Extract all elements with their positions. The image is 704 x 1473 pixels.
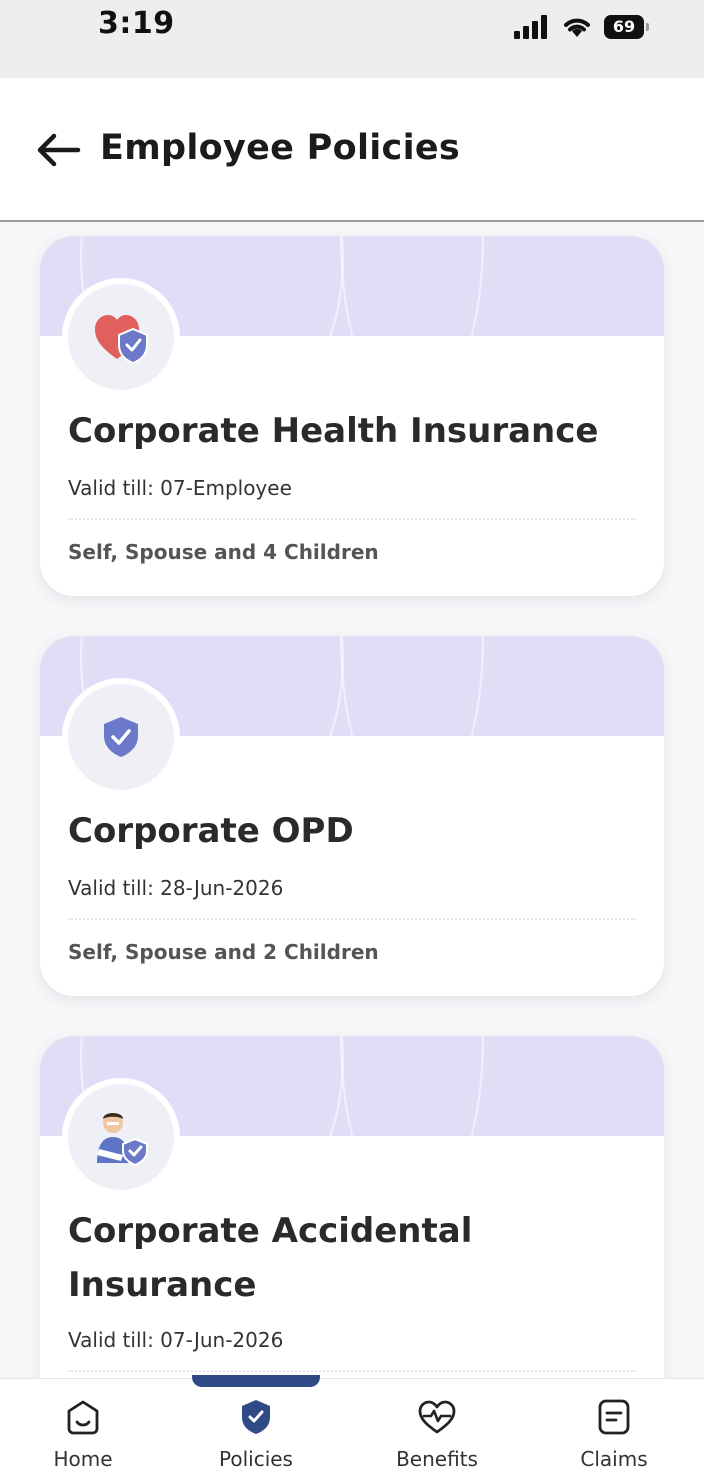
- policy-valid-date: Valid till: 28-Jun-2026: [68, 876, 284, 900]
- policy-coverage: Self, Spouse and 2 Children: [68, 940, 379, 964]
- heart-shield-icon: [95, 315, 148, 365]
- shield-icon: [242, 1400, 270, 1434]
- page-title: Employee Policies: [100, 128, 461, 168]
- policy-card-health-insurance[interactable]: Corporate Health Insurance Valid till: 0…: [40, 236, 664, 596]
- policy-icon-circle: [68, 284, 174, 390]
- nav-item-claims[interactable]: Claims: [544, 1397, 684, 1473]
- active-tab-indicator: [192, 1375, 320, 1387]
- app-header: Employee Policies: [0, 78, 704, 222]
- policy-title: Corporate OPD: [68, 811, 354, 851]
- policy-valid-date: Valid till: 07-Employee: [68, 476, 292, 500]
- nav-label-home: Home: [53, 1447, 113, 1471]
- nav-label-benefits: Benefits: [396, 1447, 478, 1471]
- home-icon: [67, 1400, 99, 1435]
- bottom-nav: Home Policies Benefits Claims: [0, 1375, 704, 1473]
- battery-indicator: 69: [604, 15, 649, 39]
- policy-card-opd[interactable]: Corporate OPD Valid till: 28-Jun-2026 Se…: [40, 636, 664, 996]
- nav-label-policies: Policies: [219, 1447, 293, 1471]
- policy-icon-circle: [68, 1084, 174, 1190]
- nav-item-home[interactable]: Home: [13, 1397, 153, 1473]
- policy-title: Corporate Accidental Insurance: [68, 1211, 473, 1305]
- policy-card-accidental-insurance[interactable]: Corporate Accidental Insurance Valid til…: [40, 1036, 664, 1378]
- policy-list[interactable]: Corporate Health Insurance Valid till: 0…: [0, 222, 704, 1378]
- policy-valid-date: Valid till: 07-Jun-2026: [68, 1328, 284, 1352]
- back-button[interactable]: [34, 130, 82, 170]
- signal-icon: [514, 15, 547, 39]
- status-bar: 3:19 69: [0, 0, 704, 78]
- arrow-left-icon: [37, 133, 81, 167]
- policy-icon-circle: [68, 684, 174, 790]
- policy-coverage: Self, Spouse and 4 Children: [68, 540, 379, 564]
- policy-title: Corporate Health Insurance: [68, 411, 599, 451]
- nav-label-claims: Claims: [580, 1447, 648, 1471]
- status-time: 3:19: [98, 6, 175, 41]
- shield-check-icon: [104, 717, 138, 757]
- nav-item-policies[interactable]: Policies: [186, 1397, 326, 1473]
- heart-pulse-icon: [418, 1400, 456, 1434]
- card-divider: [68, 918, 636, 920]
- nav-item-benefits[interactable]: Benefits: [367, 1397, 507, 1473]
- wifi-icon: [564, 18, 590, 37]
- card-divider: [68, 1370, 636, 1372]
- injured-person-icon: [97, 1113, 148, 1167]
- document-icon: [598, 1399, 630, 1435]
- status-icons: 69: [514, 12, 649, 42]
- card-divider: [68, 518, 636, 520]
